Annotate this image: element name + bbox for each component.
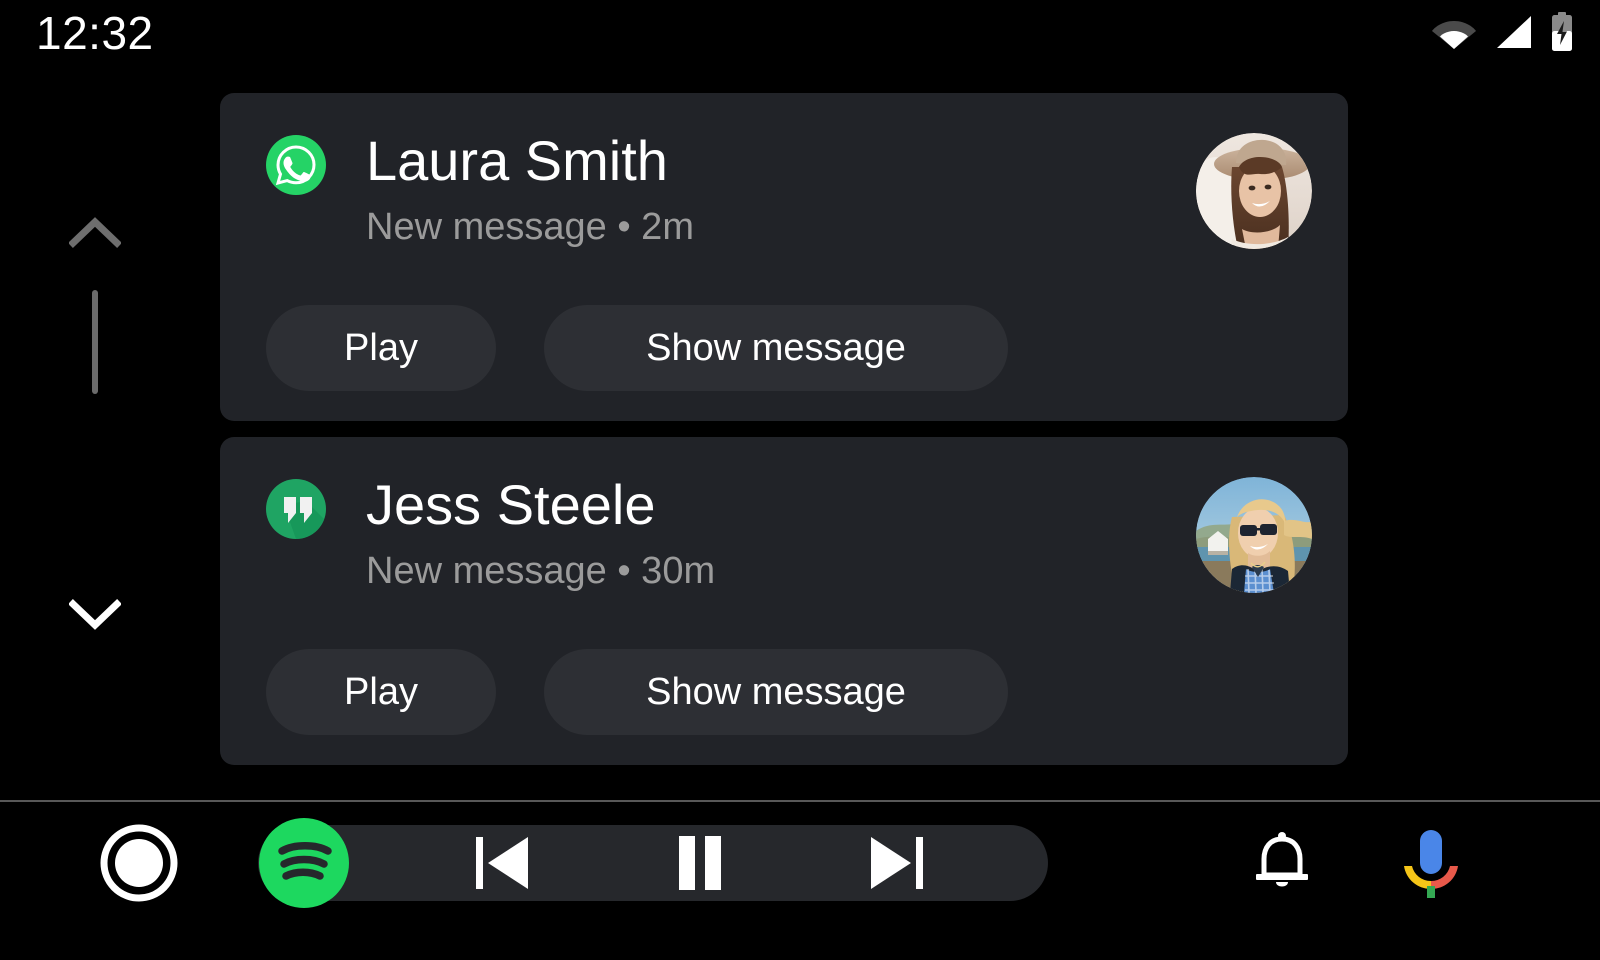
pause-button[interactable]: [667, 831, 733, 895]
play-button[interactable]: Play: [266, 649, 496, 735]
battery-charging-icon: [1552, 12, 1572, 51]
previous-track-button[interactable]: [470, 831, 536, 895]
notification-sender-name: Laura Smith: [366, 129, 668, 192]
home-button[interactable]: [100, 824, 178, 902]
spotify-icon[interactable]: [256, 818, 352, 908]
cellular-signal-icon: [1497, 16, 1531, 48]
google-assistant-mic-icon[interactable]: [1400, 826, 1462, 900]
avatar-jess-steele: [1196, 477, 1312, 593]
next-track-button[interactable]: [863, 831, 929, 895]
avatar: [1196, 477, 1312, 593]
avatar-laura-smith: [1196, 133, 1312, 249]
hangouts-icon: [266, 479, 326, 539]
android-auto-notification-screen: 12:32 Laura Smith New message • 2m Play …: [0, 0, 1600, 960]
play-button[interactable]: Play: [266, 305, 496, 391]
notification-card[interactable]: Laura Smith New message • 2m Play Show m…: [220, 93, 1348, 421]
scroll-rail: [66, 215, 124, 655]
notification-sender-name: Jess Steele: [366, 473, 656, 536]
status-icon-group: [1432, 10, 1574, 54]
avatar: [1196, 133, 1312, 249]
notification-subtitle: New message • 30m: [366, 550, 716, 592]
status-bar: 12:32: [0, 0, 1600, 70]
chevron-up-icon[interactable]: [69, 215, 121, 249]
media-control-pill: [258, 825, 1048, 901]
wifi-icon: [1432, 21, 1476, 49]
bell-icon[interactable]: [1249, 830, 1315, 896]
whatsapp-icon: [266, 135, 326, 195]
status-clock: 12:32: [36, 7, 154, 59]
chevron-down-icon[interactable]: [69, 597, 121, 631]
show-message-button[interactable]: Show message: [544, 649, 1008, 735]
scrollbar-thumb[interactable]: [92, 290, 98, 394]
show-message-button[interactable]: Show message: [544, 305, 1008, 391]
notification-actions: Play Show message: [266, 649, 1008, 735]
notification-actions: Play Show message: [266, 305, 1008, 391]
notification-card[interactable]: Jess Steele New message • 30m Play Show …: [220, 437, 1348, 765]
notification-subtitle: New message • 2m: [366, 206, 694, 248]
